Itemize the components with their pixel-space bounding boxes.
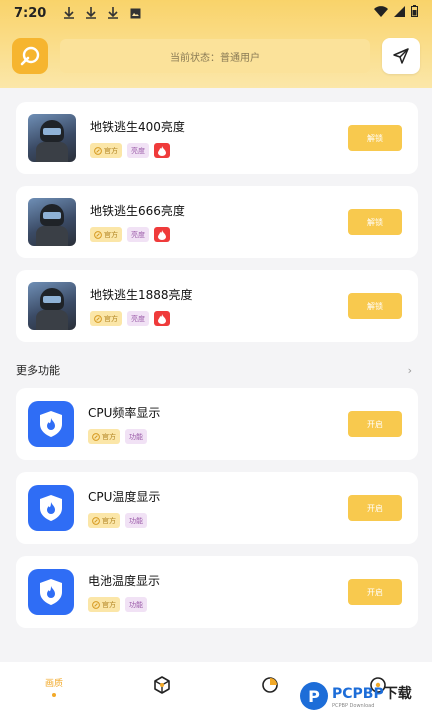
official-badge: 官方 bbox=[90, 227, 122, 242]
download-icon bbox=[84, 6, 98, 20]
battery-icon bbox=[411, 5, 418, 21]
hot-fire-icon bbox=[154, 227, 170, 242]
hot-fire-icon bbox=[154, 143, 170, 158]
status-time: 7:20 bbox=[14, 5, 47, 21]
list-item: CPU温度显示 官方 功能 开启 bbox=[16, 472, 418, 544]
nav-label: 画质 bbox=[44, 679, 63, 689]
shield-icon bbox=[28, 401, 74, 447]
official-badge: 官方 bbox=[90, 311, 122, 326]
pie-chart-icon bbox=[262, 677, 278, 693]
enable-button[interactable]: 开启 bbox=[348, 411, 402, 437]
shield-icon bbox=[28, 569, 74, 615]
wifi-icon bbox=[374, 5, 388, 21]
enable-button[interactable]: 开启 bbox=[348, 495, 402, 521]
official-badge: 官方 bbox=[90, 143, 122, 158]
user-status-text: 当前状态：普通用户 bbox=[170, 52, 260, 64]
official-badge: 官方 bbox=[88, 429, 120, 444]
watermark-p-icon: P bbox=[300, 682, 328, 710]
app-logo-button[interactable] bbox=[12, 38, 48, 74]
game-thumbnail bbox=[28, 114, 76, 162]
game-thumbnail bbox=[28, 198, 76, 246]
category-badge: 亮度 bbox=[127, 311, 149, 326]
official-icon bbox=[94, 146, 102, 155]
cube-icon bbox=[154, 676, 170, 694]
category-badge: 功能 bbox=[125, 429, 147, 444]
enable-button[interactable]: 开启 bbox=[348, 579, 402, 605]
user-status-field: 当前状态：普通用户 bbox=[60, 39, 370, 73]
item-title: 地铁逃生400亮度 bbox=[90, 120, 185, 134]
nav-item-stats[interactable] bbox=[240, 676, 300, 694]
category-badge: 功能 bbox=[125, 513, 147, 528]
item-title: 地铁逃生1888亮度 bbox=[90, 288, 193, 302]
watermark-sub: PCPBP Download bbox=[332, 703, 375, 709]
official-icon bbox=[94, 230, 102, 239]
official-icon bbox=[92, 600, 100, 609]
list-item: 地铁逃生400亮度 官方 亮度 解锁 bbox=[16, 102, 418, 174]
list-item: CPU频率显示 官方 功能 开启 bbox=[16, 388, 418, 460]
item-title: 地铁逃生666亮度 bbox=[90, 204, 185, 218]
image-icon bbox=[128, 6, 142, 20]
game-thumbnail bbox=[28, 282, 76, 330]
unlock-button[interactable]: 解锁 bbox=[348, 293, 402, 319]
status-bar: 7:20 bbox=[0, 0, 432, 26]
official-badge: 官方 bbox=[88, 597, 120, 612]
item-title: CPU温度显示 bbox=[88, 490, 161, 504]
official-icon bbox=[94, 314, 102, 323]
official-icon bbox=[92, 432, 100, 441]
list-item: 地铁逃生1888亮度 官方 亮度 解锁 bbox=[16, 270, 418, 342]
official-icon bbox=[92, 516, 100, 525]
section-title: 更多功能 bbox=[16, 364, 60, 377]
active-indicator bbox=[52, 693, 56, 697]
official-badge: 官方 bbox=[88, 513, 120, 528]
category-badge: 亮度 bbox=[127, 227, 149, 242]
watermark-brand: PCPBP bbox=[332, 686, 384, 702]
more-features-header[interactable]: 更多功能 › bbox=[16, 360, 412, 380]
send-button[interactable] bbox=[382, 38, 420, 74]
signal-icon bbox=[394, 5, 405, 21]
download-icon bbox=[62, 6, 76, 20]
nav-item-quality[interactable]: 画质 bbox=[24, 676, 84, 697]
category-badge: 功能 bbox=[125, 597, 147, 612]
chevron-right-icon: › bbox=[407, 363, 412, 377]
send-icon bbox=[393, 48, 409, 64]
shield-icon bbox=[28, 485, 74, 531]
unlock-button[interactable]: 解锁 bbox=[348, 209, 402, 235]
item-title: 电池温度显示 bbox=[88, 574, 161, 588]
list-item: 电池温度显示 官方 功能 开启 bbox=[16, 556, 418, 628]
app-bar: 当前状态：普通用户 bbox=[12, 38, 420, 74]
nav-item-tools[interactable] bbox=[132, 676, 192, 694]
download-icon bbox=[106, 6, 120, 20]
item-title: CPU频率显示 bbox=[88, 406, 161, 420]
unlock-button[interactable]: 解锁 bbox=[348, 125, 402, 151]
hot-fire-icon bbox=[154, 311, 170, 326]
watermark-suffix: 下载 bbox=[383, 686, 412, 702]
watermark-logo: P PCPBP下载 PCPBP Download bbox=[300, 678, 430, 714]
list-item: 地铁逃生666亮度 官方 亮度 解锁 bbox=[16, 186, 418, 258]
speed-icon bbox=[20, 46, 40, 66]
category-badge: 亮度 bbox=[127, 143, 149, 158]
